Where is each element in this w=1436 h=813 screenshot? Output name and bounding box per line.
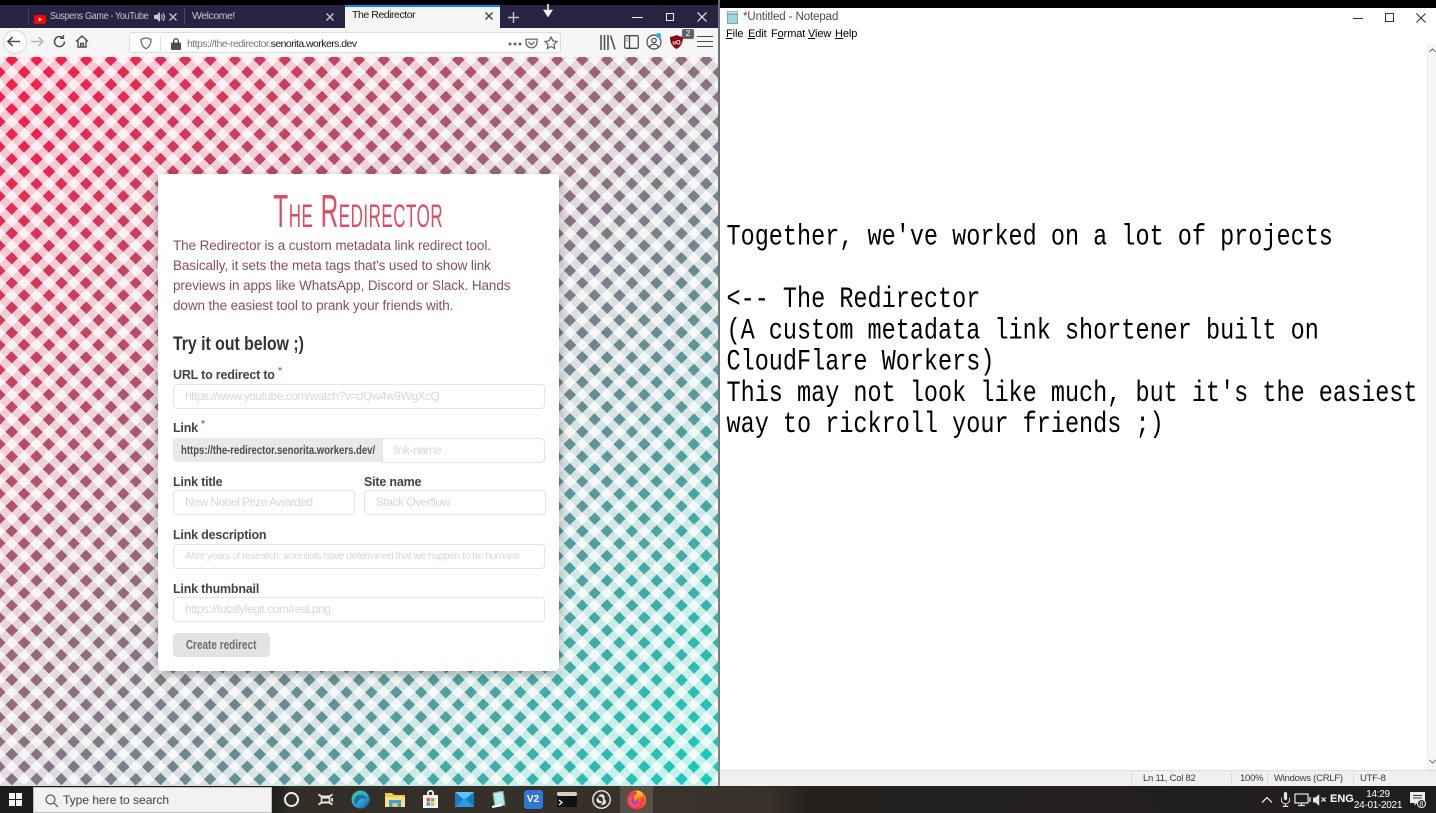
svg-text:uO: uO: [672, 40, 681, 46]
svg-text:8: 8: [1420, 801, 1424, 808]
